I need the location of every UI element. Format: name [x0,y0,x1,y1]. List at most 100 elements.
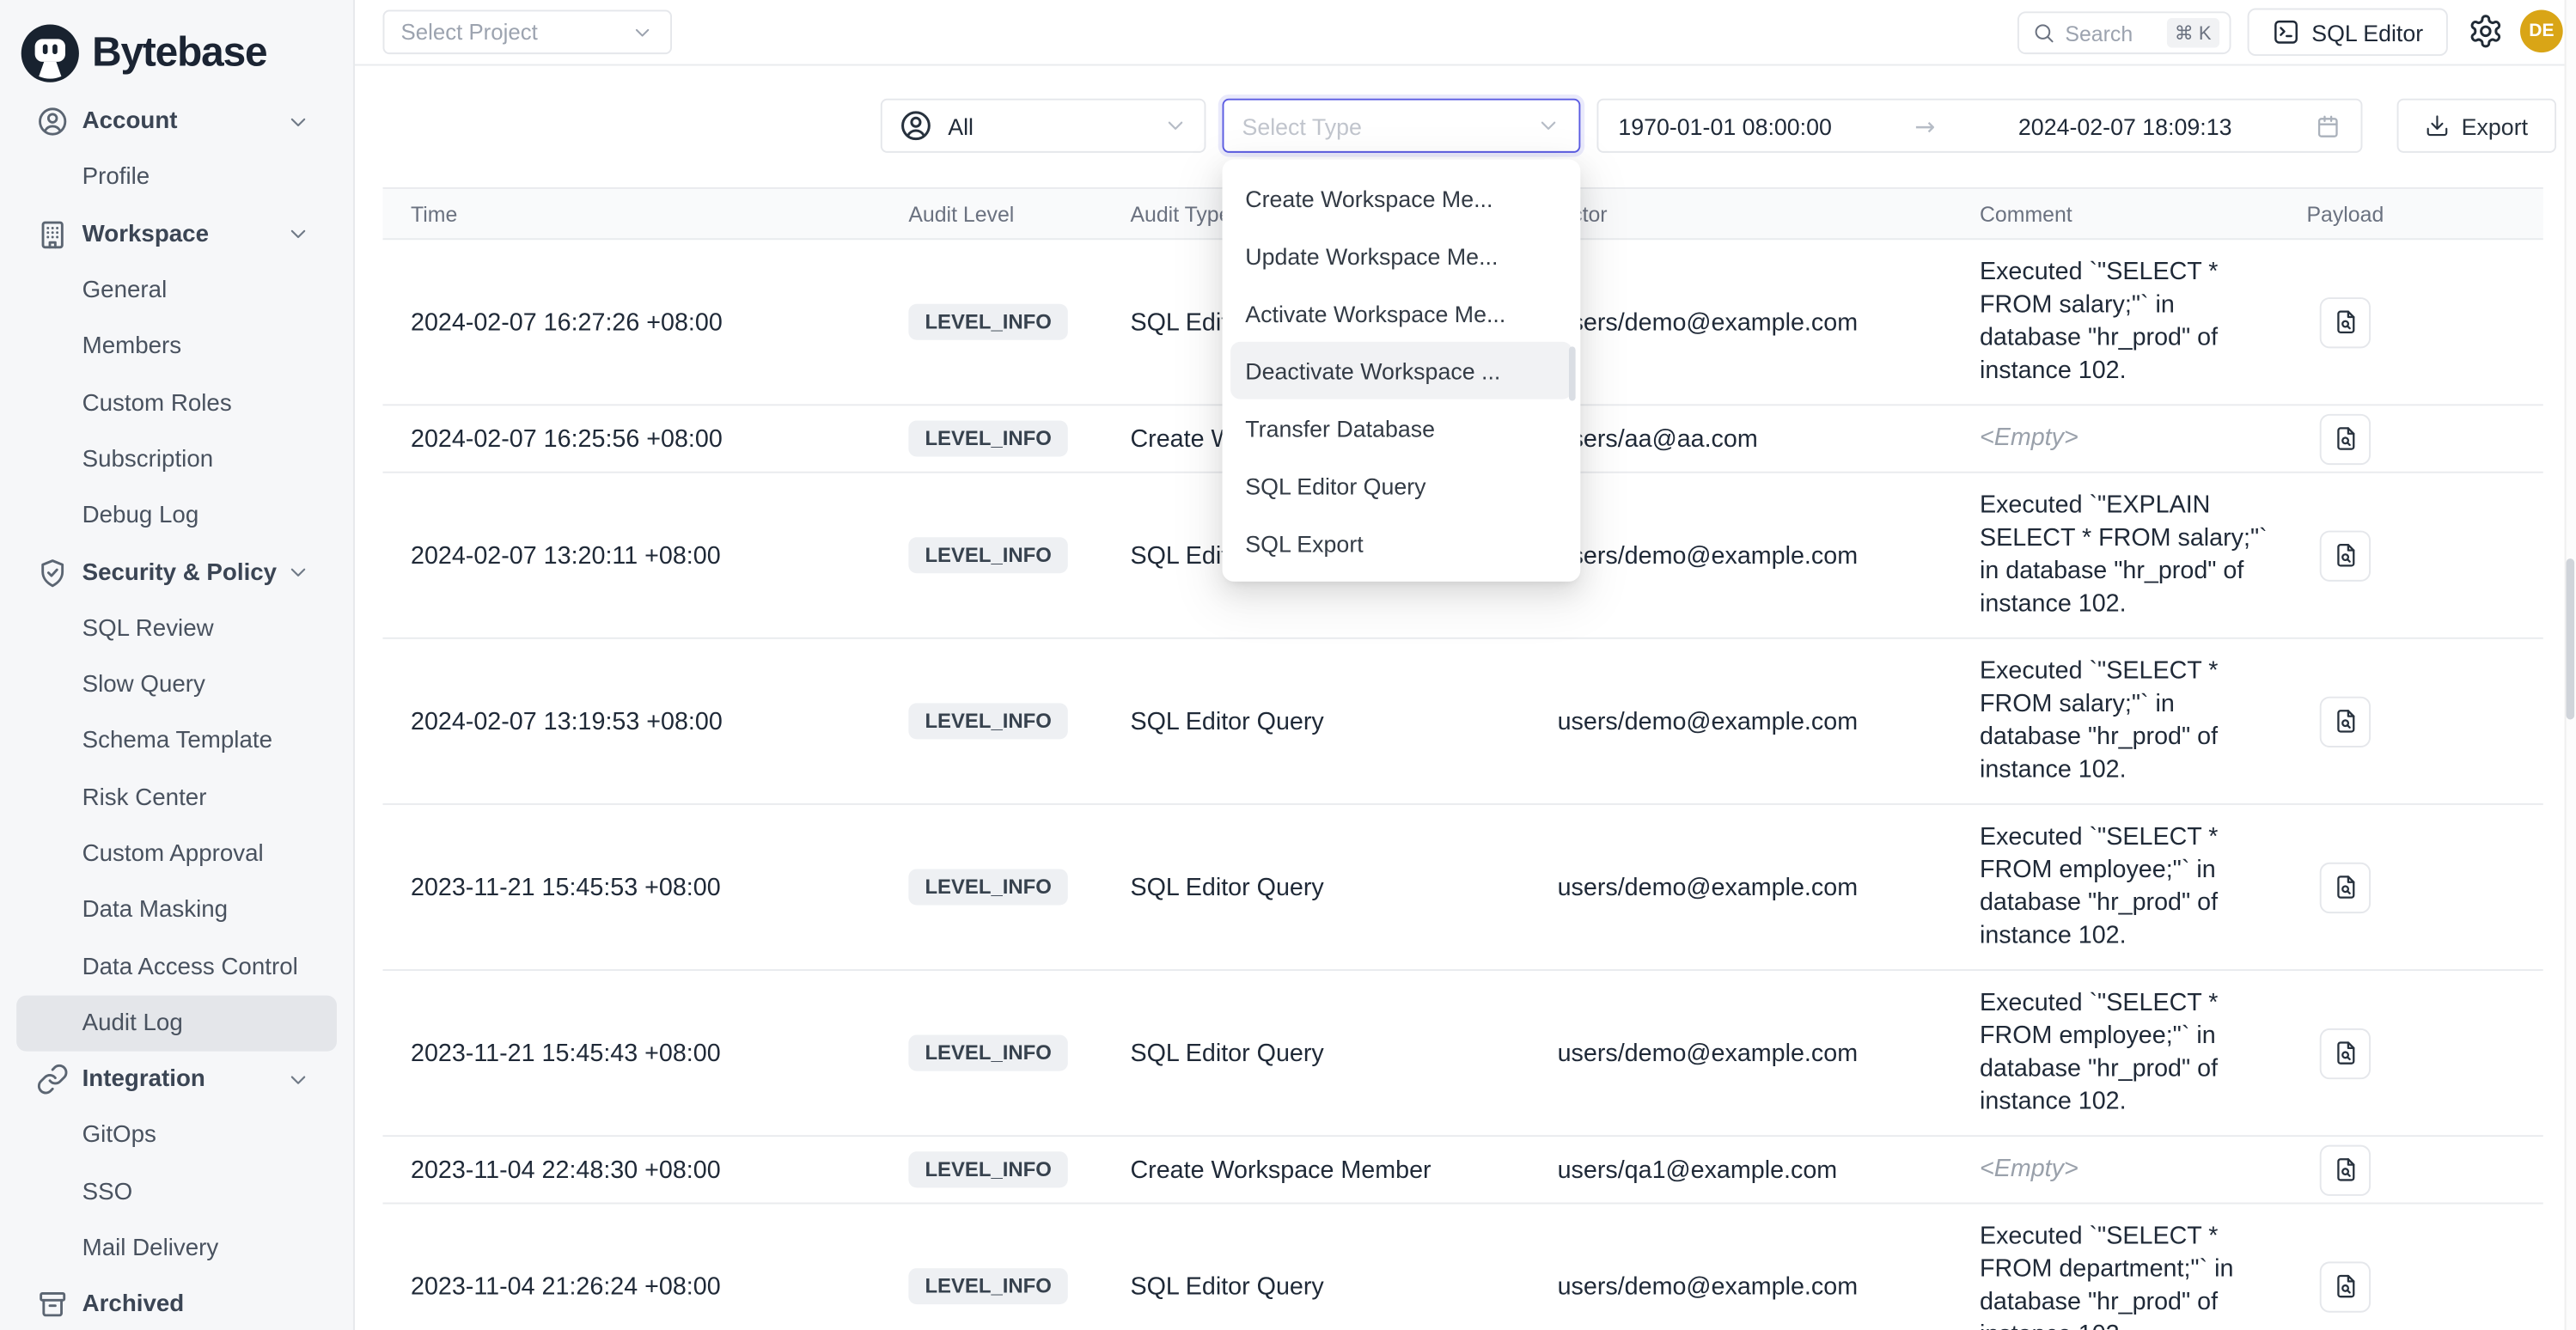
dropdown-option-sql-export[interactable]: SQL Export [1230,514,1572,571]
user-circle-icon [36,106,69,138]
chevron-down-icon [631,21,654,44]
sidebar-item-risk-center[interactable]: Risk Center [16,770,337,827]
dropdown-option-activate-workspace-me[interactable]: Activate Workspace Me... [1230,284,1572,342]
avatar[interactable]: DE [2520,9,2563,52]
audit-comment: <Empty> [1980,1137,2292,1202]
page-scrollbar-thumb[interactable] [2567,558,2575,719]
payload-view-button[interactable] [2320,530,2371,581]
payload-view-button[interactable] [2320,1028,2371,1078]
audit-time: 2023-11-04 22:48:30 +08:00 [382,1156,908,1184]
sidebar-item-slow-query[interactable]: Slow Query [16,657,337,714]
date-from-value: 1970-01-01 08:00:00 [1618,113,1832,139]
sidebar-item-profile[interactable]: Profile [16,150,337,207]
search-icon [2032,21,2055,45]
audit-type: SQL Editor Query [1130,873,1557,901]
sidebar-item-members[interactable]: Members [16,319,337,375]
audit-time: 2024-02-07 16:25:56 +08:00 [382,424,908,453]
audit-actor: users/demo@example.com [1558,707,1980,735]
sql-editor-button[interactable]: SQL Editor [2248,9,2448,56]
bytebase-audit-log-page: Bytebase AccountProfileWorkspaceGeneralM… [0,0,2576,1330]
dropdown-option-deactivate-workspace[interactable]: Deactivate Workspace ... [1230,342,1572,400]
audit-time: 2024-02-07 13:19:53 +08:00 [382,707,908,735]
dropdown-option-transfer-database[interactable]: Transfer Database [1230,400,1572,457]
sql-editor-label: SQL Editor [2311,19,2423,46]
sidebar-item-security-policy[interactable]: Security & Policy [16,545,337,601]
table-row: 2024-02-07 13:19:53 +08:00LEVEL_INFOSQL … [382,639,2542,805]
sidebar-item-workspace[interactable]: Workspace [16,206,337,263]
page-scrollbar[interactable] [2565,0,2576,1330]
calendar-icon [2315,113,2341,139]
avatar-initials: DE [2529,21,2554,41]
bytebase-logo[interactable]: Bytebase [0,0,353,88]
sidebar-item-label: Integration [82,1066,205,1093]
audit-level-badge: LEVEL_INFO [908,1268,1068,1304]
audit-level-cell: LEVEL_INFO [908,1151,1130,1187]
payload-view-button[interactable] [2320,1260,2371,1311]
sidebar-item-label: Debug Log [82,503,199,529]
menu-scrollbar-thumb[interactable] [1569,346,1576,400]
payload-view-button[interactable] [2320,696,2371,747]
audit-level-badge: LEVEL_INFO [908,537,1068,573]
sidebar-item-sso[interactable]: SSO [16,1164,337,1221]
sidebar-item-custom-approval[interactable]: Custom Approval [16,826,337,882]
column-header-comment: Comment [1980,201,2292,226]
audit-comment: <Empty> [1980,406,2292,471]
sidebar-item-integration[interactable]: Integration [16,1052,337,1108]
search-input[interactable]: Search ⌘ K [2017,11,2231,54]
sidebar-item-mail-delivery[interactable]: Mail Delivery [16,1220,337,1277]
sidebar-item-custom-roles[interactable]: Custom Roles [16,375,337,432]
sidebar-item-label: Data Masking [82,898,229,924]
shield-check-icon [36,556,69,589]
dropdown-option-sql-editor-query[interactable]: SQL Editor Query [1230,457,1572,515]
chevron-down-icon [286,109,311,134]
payload-view-button[interactable] [2320,296,2371,347]
gear-icon[interactable] [2468,13,2504,49]
payload-cell [2292,1028,2543,1078]
sidebar-item-label: Mail Delivery [82,1235,219,1262]
sidebar-item-debug-log[interactable]: Debug Log [16,488,337,545]
export-button[interactable]: Export [2397,99,2556,153]
sidebar-item-label: Slow Query [82,672,205,699]
audit-time: 2023-11-21 15:45:43 +08:00 [382,1039,908,1067]
payload-view-button[interactable] [2320,413,2371,464]
column-header-actor: Actor [1558,201,1980,226]
sidebar-item-gitops[interactable]: GitOps [16,1107,337,1164]
sidebar-item-schema-template[interactable]: Schema Template [16,713,337,770]
file-search-icon [2332,308,2359,335]
audit-comment: Executed `"SELECT * FROM department;"` i… [1980,1204,2292,1330]
project-select[interactable]: Select Project [382,9,672,54]
sidebar-item-label: Custom Approval [82,841,264,868]
sidebar-item-archived[interactable]: Archived [16,1277,337,1330]
audit-level-cell: LEVEL_INFO [908,1268,1130,1304]
audit-level-badge: LEVEL_INFO [908,1035,1068,1071]
payload-cell [2292,1144,2543,1195]
payload-view-button[interactable] [2320,1144,2371,1195]
sidebar-item-general[interactable]: General [16,263,337,320]
type-filter-select[interactable]: Select Type [1223,99,1581,153]
audit-level-badge: LEVEL_INFO [908,1151,1068,1187]
date-range-picker[interactable]: 1970-01-01 08:00:00 → 2024-02-07 18:09:1… [1596,99,2362,153]
audit-level-badge: LEVEL_INFO [908,420,1068,456]
link-icon [36,1063,69,1095]
audit-level-cell: LEVEL_INFO [908,420,1130,456]
audit-time: 2024-02-07 16:27:26 +08:00 [382,308,908,337]
audit-type: SQL Editor Query [1130,1039,1557,1067]
chevron-down-icon [1163,113,1188,138]
dropdown-option-update-workspace-me[interactable]: Update Workspace Me... [1230,227,1572,284]
sidebar-item-audit-log[interactable]: Audit Log [16,995,337,1052]
column-header-time: Time [382,201,908,226]
payload-view-button[interactable] [2320,862,2371,912]
sidebar-item-label: Archived [82,1292,185,1319]
audit-comment: Executed `"SELECT * FROM employee;"` in … [1980,805,2292,969]
sidebar-item-data-access-control[interactable]: Data Access Control [16,939,337,996]
sidebar-item-label: Schema Template [82,729,272,755]
sidebar: Bytebase AccountProfileWorkspaceGeneralM… [0,0,355,1330]
audit-comment: Executed `"SELECT * FROM salary;"` in da… [1980,240,2292,404]
sidebar-item-subscription[interactable]: Subscription [16,431,337,488]
payload-cell [2292,296,2543,347]
sidebar-item-data-masking[interactable]: Data Masking [16,882,337,939]
dropdown-option-create-workspace-me[interactable]: Create Workspace Me... [1230,169,1572,227]
actor-filter-select[interactable]: All [881,99,1206,153]
sidebar-item-sql-review[interactable]: SQL Review [16,601,337,657]
sidebar-item-account[interactable]: Account [16,94,337,150]
